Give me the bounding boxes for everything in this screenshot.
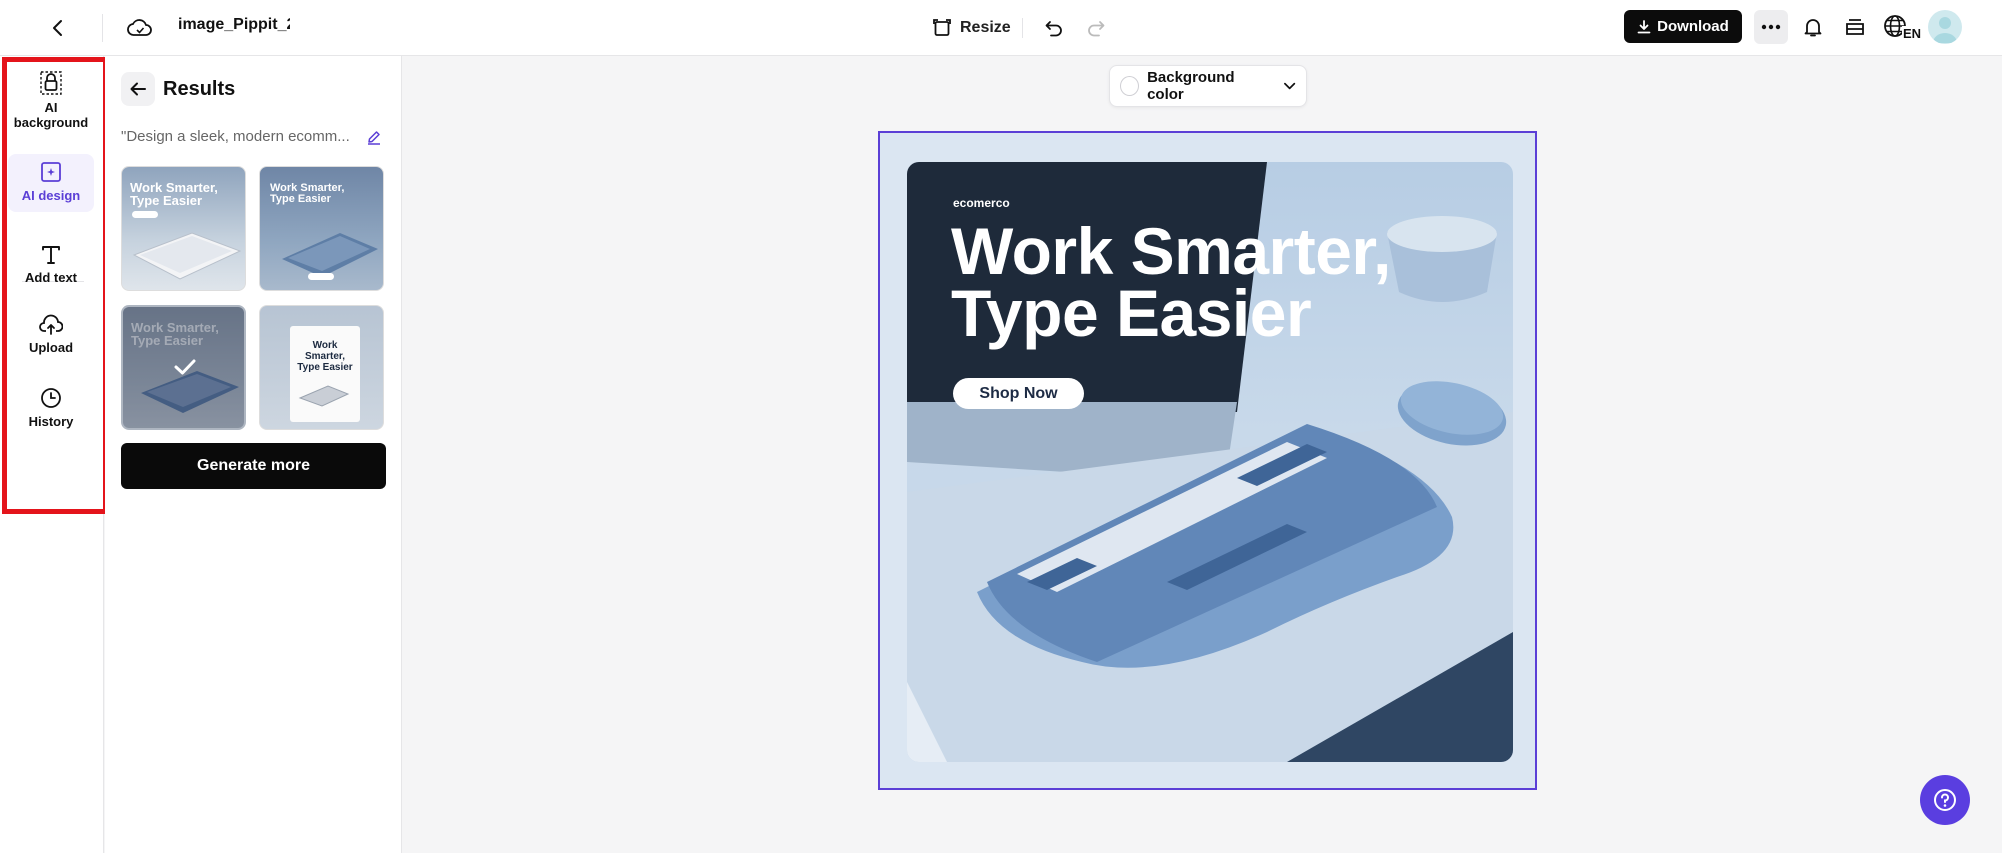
cloud-save-button[interactable] — [122, 10, 158, 46]
ai-design-icon — [41, 162, 61, 182]
panel-back-button[interactable] — [121, 72, 155, 106]
results-panel: Results "Design a sleek, modern ecomm...… — [105, 56, 402, 853]
arrow-left-icon — [130, 82, 146, 96]
rail-item-label: Upload — [28, 340, 74, 355]
divider — [102, 14, 103, 42]
layers-button[interactable] — [1838, 10, 1872, 44]
design-shop-now-button[interactable]: Shop Now — [953, 378, 1084, 409]
download-button[interactable]: Download — [1624, 10, 1742, 43]
more-options-button[interactable] — [1754, 10, 1788, 44]
rail-item-upload[interactable]: Upload — [8, 314, 94, 362]
thumbnail-title: Work Smarter, Type Easier — [270, 182, 345, 205]
language-button[interactable]: EN — [1882, 10, 1923, 46]
rail-item-ai-background[interactable]: AI background — [8, 70, 94, 130]
result-thumbnail-1[interactable]: Work Smarter, Type Easier — [121, 166, 246, 291]
result-thumbnail-3[interactable]: Work Smarter, Type Easier — [121, 305, 246, 430]
pencil-icon — [368, 131, 380, 145]
ai-background-icon — [40, 71, 62, 95]
headline-line-2: Type Easier — [951, 276, 1312, 350]
redo-icon — [1088, 21, 1105, 37]
generate-more-button[interactable]: Generate more — [121, 443, 386, 489]
edit-prompt-button[interactable] — [363, 126, 385, 148]
background-color-dropdown[interactable]: Background color — [1109, 65, 1307, 107]
undo-icon — [1045, 21, 1062, 37]
rail-item-ai-design[interactable]: AI design — [8, 154, 94, 212]
color-swatch — [1120, 76, 1140, 96]
chevron-left-icon — [53, 20, 62, 36]
thumbnail-cta — [132, 211, 158, 218]
more-horizontal-icon — [1761, 24, 1781, 30]
rail-item-label: History — [28, 414, 74, 429]
thumbnail-cta — [308, 273, 334, 280]
left-tool-rail: AI background AI design Add text Upload … — [0, 56, 104, 853]
rail-item-label: Add text — [25, 270, 77, 285]
resize-icon — [933, 19, 951, 36]
resize-button[interactable]: Resize — [924, 10, 1019, 46]
rail-item-label: AI background — [13, 100, 89, 130]
cloud-icon — [127, 19, 152, 36]
design-image[interactable]: ecomerco Work Smarter, Type Easier Shop … — [907, 162, 1513, 762]
thumbnail-title: Work Smarter, Type Easier — [131, 320, 219, 348]
chevron-down-icon — [1283, 82, 1295, 90]
avatar[interactable] — [1928, 10, 1962, 44]
download-icon — [1637, 19, 1651, 33]
text-icon — [42, 246, 60, 264]
undo-button[interactable] — [1038, 12, 1070, 44]
resize-label: Resize — [960, 19, 1011, 36]
file-name[interactable]: image_Pippit_20 — [178, 16, 290, 34]
user-avatar-icon — [1933, 17, 1957, 43]
language-code: EN — [1902, 26, 1923, 41]
upload-icon — [39, 314, 63, 335]
divider — [1022, 18, 1023, 38]
headline-line-1: Work Smarter, — [951, 214, 1391, 288]
result-thumbnail-4[interactable]: Work Smarter, Type Easier — [259, 305, 384, 430]
top-bar: image_Pippit_20 Resize Download EN — [0, 0, 2002, 56]
checkmark-icon — [174, 359, 196, 375]
rail-item-label: AI design — [21, 188, 81, 203]
prompt-text: "Design a sleek, modern ecomm... — [121, 128, 350, 145]
rail-item-add-text[interactable]: Add text — [8, 242, 94, 290]
layers-icon — [1846, 19, 1864, 35]
question-mark-icon — [1934, 789, 1956, 811]
design-headline[interactable]: Work Smarter, Type Easier — [951, 214, 1391, 350]
rail-item-history[interactable]: History — [8, 386, 94, 434]
download-label: Download — [1657, 18, 1729, 35]
notifications-button[interactable] — [1796, 10, 1830, 44]
design-brand[interactable]: ecomerco — [953, 196, 1010, 210]
panel-title: Results — [163, 78, 236, 100]
redo-button[interactable] — [1080, 12, 1112, 44]
bell-icon — [1804, 19, 1822, 37]
thumbnail-title: Work Smarter, Type Easier — [130, 180, 218, 208]
canvas-artboard[interactable]: ecomerco Work Smarter, Type Easier Shop … — [878, 131, 1537, 790]
background-color-label: Background color — [1147, 69, 1235, 103]
back-button[interactable] — [40, 10, 76, 46]
help-button[interactable] — [1920, 775, 1970, 825]
result-thumbnail-2[interactable]: Work Smarter, Type Easier — [259, 166, 384, 291]
thumbnail-keyboard-image — [298, 385, 350, 407]
history-icon — [41, 388, 61, 408]
